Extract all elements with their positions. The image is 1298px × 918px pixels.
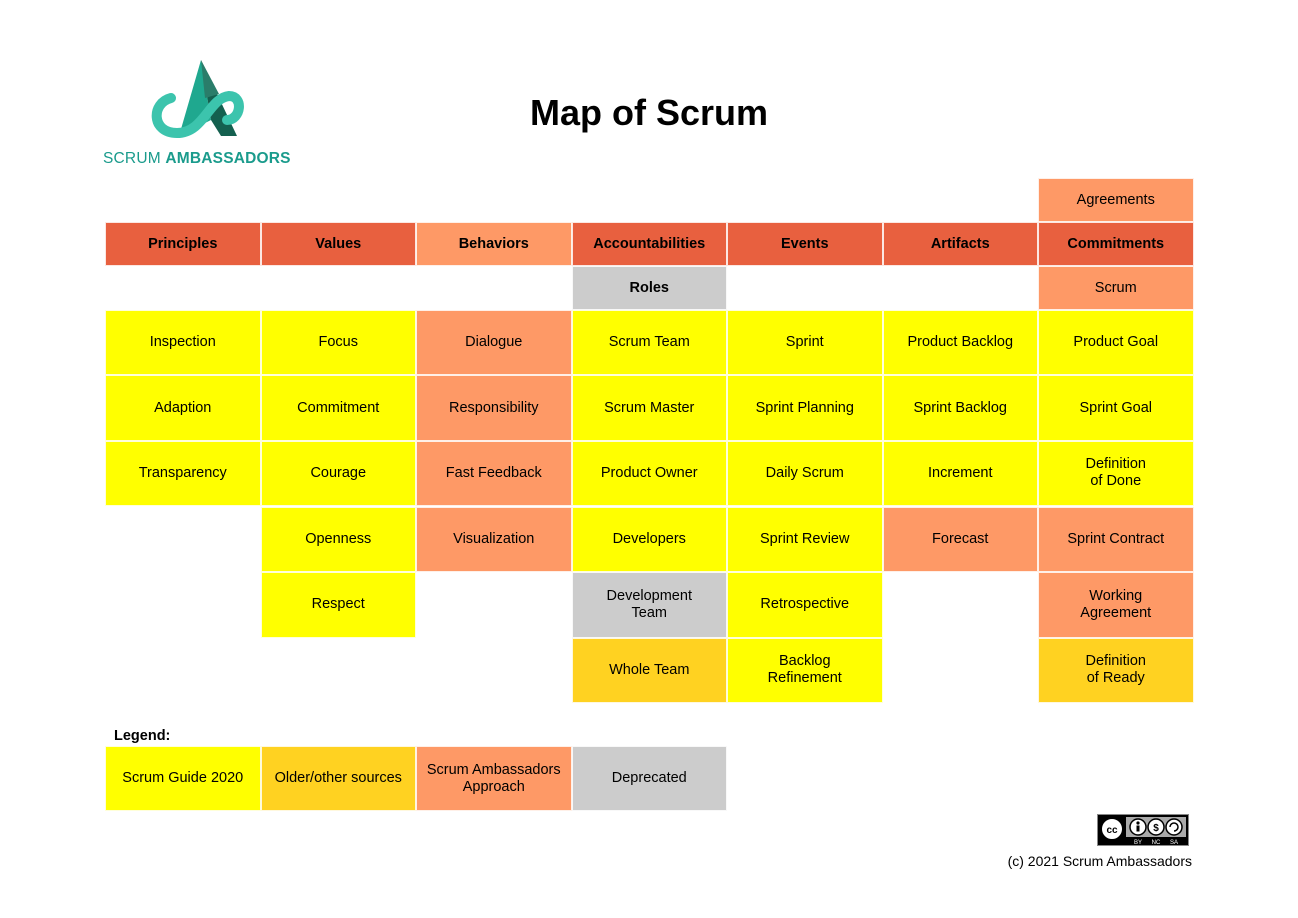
map-cell-developers: Developers <box>571 506 727 573</box>
map-cell-product-owner: Product Owner <box>571 440 727 507</box>
legend-label: Legend: <box>114 728 171 744</box>
map-cell-increment: Increment <box>882 440 1038 507</box>
legend-item-older-other-sources: Older/other sources <box>260 746 416 811</box>
map-cell-dialogue: Dialogue <box>416 310 572 376</box>
map-cell-sprint-review: Sprint Review <box>727 506 883 573</box>
svg-text:$: $ <box>1153 823 1159 834</box>
column-header-accountabilities: Accountabilities <box>571 222 727 266</box>
legend-item-scrum-guide-2020: Scrum Guide 2020 <box>105 746 261 811</box>
column-header-behaviors: Behaviors <box>416 222 572 266</box>
map-cell-development-team: Development Team <box>571 572 727 638</box>
svg-text:cc: cc <box>1106 825 1118 836</box>
map-cell-product-goal: Product Goal <box>1038 310 1194 376</box>
column-header-artifacts: Artifacts <box>882 222 1038 266</box>
cc-by-nc-sa-icon: cc $ BY NC SA <box>1098 815 1188 846</box>
map-cell-sprint-contract: Sprint Contract <box>1038 506 1194 573</box>
column-header-values: Values <box>260 222 416 266</box>
subheader-roles: Roles <box>571 266 727 310</box>
map-cell-respect: Respect <box>260 572 416 638</box>
map-cell-whole-team: Whole Team <box>571 637 727 703</box>
map-cell-definition-of-done: Definition of Done <box>1038 440 1194 507</box>
column-header-commitments: Commitments <box>1038 222 1194 266</box>
group-label-agreements: Agreements <box>1038 178 1194 222</box>
column-header-principles: Principles <box>105 222 261 266</box>
map-cell-focus: Focus <box>260 310 416 376</box>
map-cell-openness: Openness <box>260 506 416 573</box>
map-cell-scrum-master: Scrum Master <box>571 375 727 441</box>
map-cell-working-agreement: Working Agreement <box>1038 572 1194 638</box>
page-title: Map of Scrum <box>529 92 769 133</box>
map-cell-definition-of-ready: Definition of Ready <box>1038 637 1194 703</box>
map-cell-adaption: Adaption <box>105 375 261 441</box>
map-cell-fast-feedback: Fast Feedback <box>416 440 572 507</box>
map-cell-transparency: Transparency <box>105 440 261 507</box>
map-cell-sprint-backlog: Sprint Backlog <box>882 375 1038 441</box>
map-cell-sprint-planning: Sprint Planning <box>727 375 883 441</box>
subheader-scrum: Scrum <box>1038 266 1194 310</box>
map-cell-visualization: Visualization <box>416 506 572 573</box>
logo-text: SCRUM AMBASSADORS <box>103 150 291 167</box>
map-cell-commitment: Commitment <box>260 375 416 441</box>
cc-license-badge[interactable]: cc $ BY NC SA <box>1097 814 1189 846</box>
map-cell-courage: Courage <box>260 440 416 507</box>
legend-item-deprecated: Deprecated <box>571 746 727 811</box>
map-cell-scrum-team: Scrum Team <box>571 310 727 376</box>
column-header-events: Events <box>727 222 883 266</box>
map-cell-daily-scrum: Daily Scrum <box>727 440 883 507</box>
legend-item-scrum-ambassadors-approach: Scrum Ambassadors Approach <box>416 746 572 811</box>
svg-text:BY: BY <box>1134 840 1142 845</box>
map-cell-sprint: Sprint <box>727 310 883 376</box>
map-cell-retrospective: Retrospective <box>727 572 883 638</box>
svg-text:NC: NC <box>1152 840 1161 845</box>
map-cell-forecast: Forecast <box>882 506 1038 573</box>
map-cell-responsibility: Responsibility <box>416 375 572 441</box>
map-cell-inspection: Inspection <box>105 310 261 376</box>
map-cell-product-backlog: Product Backlog <box>882 310 1038 376</box>
map-cell-sprint-goal: Sprint Goal <box>1038 375 1194 441</box>
copyright-text: (c) 2021 Scrum Ambassadors <box>1007 853 1192 869</box>
svg-text:SA: SA <box>1170 840 1178 845</box>
map-cell-backlog-refinement: Backlog Refinement <box>727 637 883 703</box>
